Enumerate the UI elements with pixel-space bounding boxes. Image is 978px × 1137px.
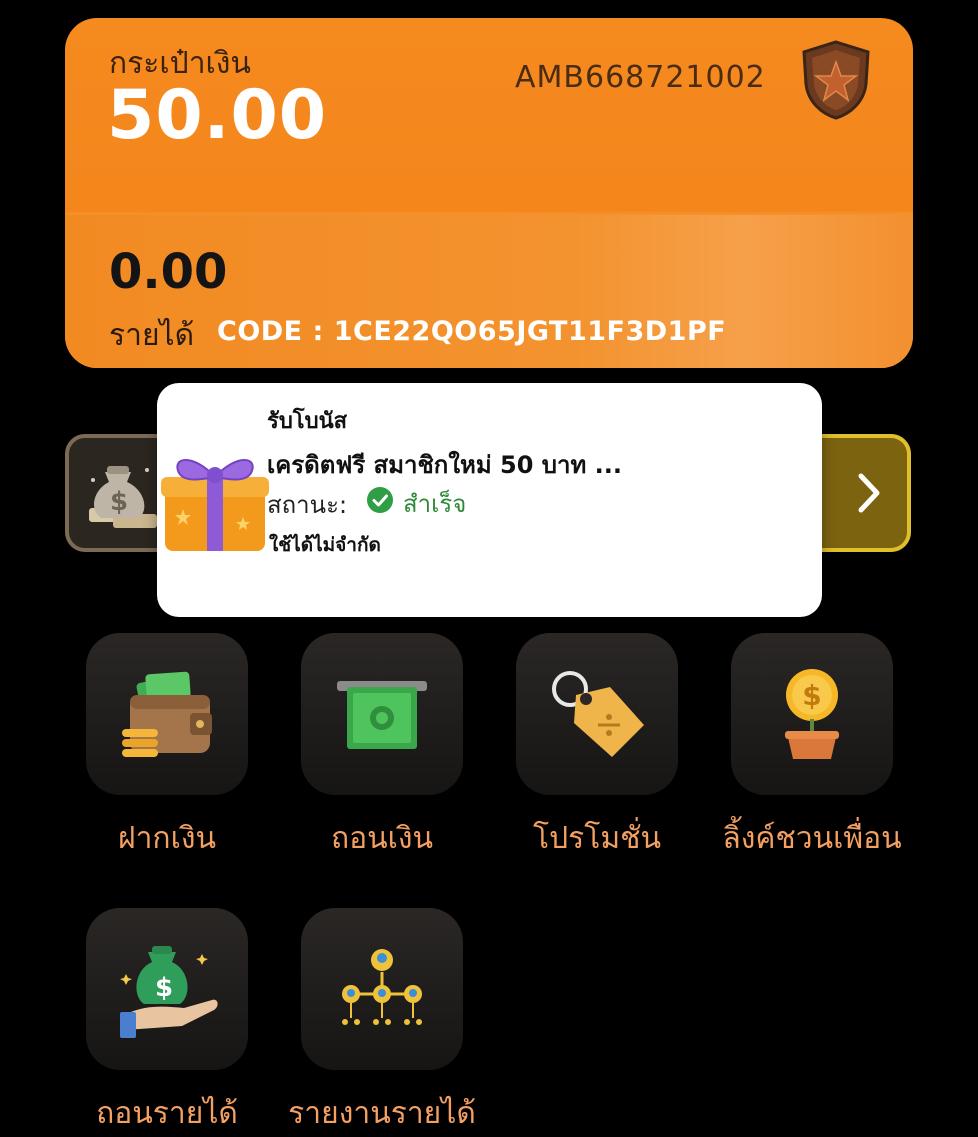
bonus-name: เครดิตฟรี สมาชิกใหม่ 50 บาท ...: [267, 451, 623, 479]
wallet-balance: 50.00: [107, 76, 328, 155]
deposit-label: ฝากเงิน: [118, 821, 216, 856]
money-bag-hand-icon: $: [120, 946, 218, 1038]
account-id: AMB668721002: [515, 60, 766, 95]
popup-title: รับโบนัส: [267, 409, 348, 434]
wallet-card: กระเป๋าเงิน 50.00 AMB668721002 0.00 รายไ…: [65, 18, 913, 368]
wallet-icon: [122, 671, 212, 757]
referral-code: CODE : 1CE22QO65JGT11F3D1PF: [217, 316, 727, 347]
promotion-label: โปรโมชั่น: [532, 821, 662, 856]
invite-link-label: ลิ้งค์ชวนเพื่อน: [722, 821, 902, 856]
price-tag-icon: [552, 671, 644, 757]
usage-note: ใช้ได้ไม่จำกัด: [269, 534, 381, 556]
status-label: สถานะ:: [267, 491, 348, 519]
withdraw-income-label: ถอนรายได้: [96, 1096, 238, 1131]
svg-text:$: $: [802, 679, 821, 712]
promotion-button[interactable]: [516, 633, 678, 795]
coin-plant-icon: $: [785, 669, 839, 759]
invite-link-button[interactable]: $: [731, 633, 893, 795]
status-value: สำเร็จ: [403, 490, 467, 518]
income-report-label: รายงานรายได้: [288, 1096, 476, 1131]
withdraw-label: ถอนเงิน: [330, 821, 434, 856]
referral-tree-icon: [342, 949, 422, 1025]
svg-text:$: $: [110, 487, 128, 517]
withdraw-button[interactable]: [301, 633, 463, 795]
money-bag-icon: $: [89, 466, 157, 528]
check-circle-icon: [367, 487, 393, 513]
promotion-banner-action[interactable]: [815, 434, 911, 552]
withdraw-income-button[interactable]: $: [86, 908, 248, 1070]
income-amount: 0.00: [109, 244, 228, 300]
svg-text:$: $: [155, 973, 173, 1003]
star-shield-icon[interactable]: [800, 40, 872, 120]
income-report-button[interactable]: [301, 908, 463, 1070]
cash-withdraw-icon: [337, 681, 427, 749]
gift-box-icon: [161, 459, 269, 551]
deposit-button[interactable]: [86, 633, 248, 795]
bonus-popup[interactable]: รับโบนัส เครดิตฟรี สมาชิกใหม่ 50 บาท ...…: [157, 383, 822, 617]
chevron-right-icon[interactable]: [849, 468, 889, 518]
income-label: รายได้: [109, 318, 195, 353]
